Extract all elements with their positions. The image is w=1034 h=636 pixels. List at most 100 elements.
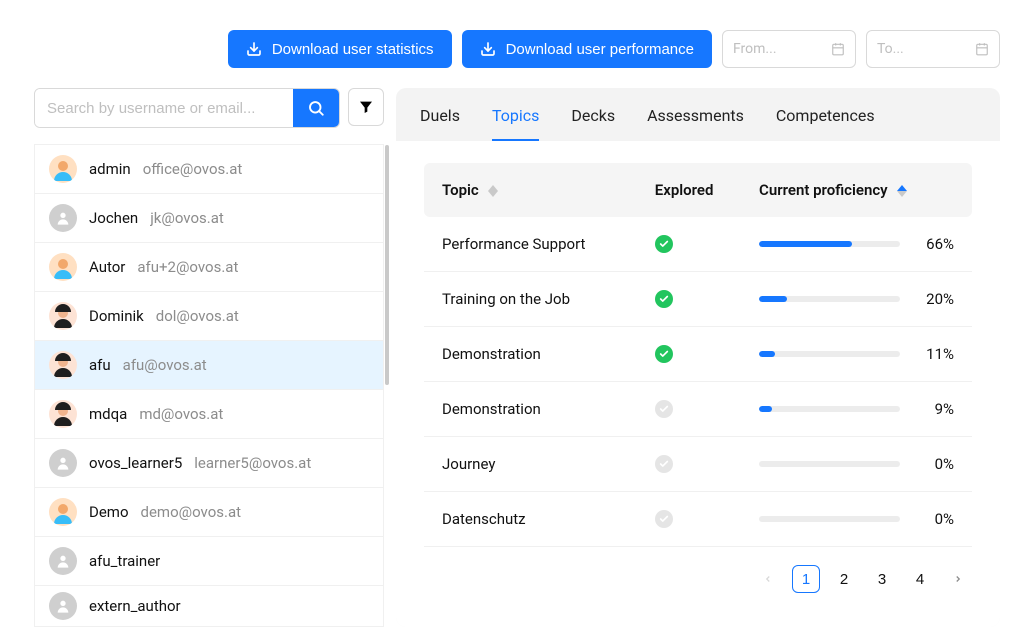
avatar <box>49 155 77 183</box>
date-to-input[interactable]: To... <box>866 30 1000 68</box>
avatar <box>49 498 77 526</box>
filter-button[interactable] <box>348 88 384 126</box>
proficiency-value: 0% <box>914 510 954 528</box>
user-email: afu+2@ovos.at <box>137 258 238 276</box>
download-perf-button[interactable]: Download user performance <box>462 30 712 68</box>
sort-icon <box>897 185 907 197</box>
user-list-item[interactable]: afu_trainer <box>35 537 383 586</box>
download-stats-button[interactable]: Download user statistics <box>228 30 452 68</box>
column-header-topic[interactable]: Topic <box>424 163 643 217</box>
progress-bar <box>759 461 900 467</box>
pagination: 1234 <box>424 565 972 593</box>
filter-icon <box>358 99 374 115</box>
user-list-item[interactable]: Demo demo@ovos.at <box>35 488 383 537</box>
proficiency-value: 9% <box>914 400 954 418</box>
user-list-item[interactable]: extern_author <box>35 586 383 626</box>
proficiency-value: 20% <box>914 290 954 308</box>
search-icon <box>307 99 325 117</box>
pagination-prev[interactable] <box>754 565 782 593</box>
cell-explored <box>643 437 747 492</box>
user-list-item[interactable]: Dominikdol@ovos.at <box>35 292 383 341</box>
tab-duels[interactable]: Duels <box>420 106 460 141</box>
date-from-input[interactable]: From... <box>722 30 856 68</box>
pagination-page-1[interactable]: 1 <box>792 565 820 593</box>
unchecked-icon <box>655 455 673 473</box>
download-perf-label: Download user performance <box>506 41 694 58</box>
user-name: Dominik <box>89 307 144 325</box>
pagination-page-4[interactable]: 4 <box>906 565 934 593</box>
cell-explored <box>643 327 747 382</box>
avatar <box>49 253 77 281</box>
column-header-proficiency[interactable]: Current proficiency <box>747 163 972 217</box>
unchecked-icon <box>655 400 673 418</box>
pagination-page-3[interactable]: 3 <box>868 565 896 593</box>
avatar <box>49 204 77 232</box>
progress-bar <box>759 296 900 302</box>
avatar <box>49 592 77 620</box>
proficiency-value: 11% <box>914 345 954 363</box>
progress-bar <box>759 516 900 522</box>
user-email: office@ovos.at <box>143 160 243 178</box>
check-icon <box>655 290 673 308</box>
table-row: Journey 0% <box>424 437 972 492</box>
cell-explored <box>643 272 747 327</box>
cell-proficiency: 0% <box>747 437 972 492</box>
user-email: afu@ovos.at <box>123 356 207 374</box>
cell-explored <box>643 382 747 437</box>
user-list-item[interactable]: Autor afu+2@ovos.at <box>35 243 383 292</box>
download-icon <box>480 41 496 57</box>
tabs: Duels Topics Decks Assessments Competences <box>396 88 1000 141</box>
pagination-page-2[interactable]: 2 <box>830 565 858 593</box>
column-header-proficiency-label: Current proficiency <box>759 181 888 199</box>
cell-proficiency: 11% <box>747 327 972 382</box>
user-list-item[interactable]: adminoffice@ovos.at <box>35 145 383 194</box>
user-name: Autor <box>89 258 125 276</box>
user-list-item[interactable]: Jochen jk@ovos.at <box>35 194 383 243</box>
search-button[interactable] <box>293 89 339 127</box>
pagination-next[interactable] <box>944 565 972 593</box>
cell-topic: Training on the Job <box>424 272 643 327</box>
progress-bar <box>759 351 900 357</box>
user-email: learner5@ovos.at <box>194 454 311 472</box>
avatar <box>49 449 77 477</box>
user-name: afu_trainer <box>89 552 160 570</box>
table-row: Demonstration9% <box>424 382 972 437</box>
cell-proficiency: 0% <box>747 492 972 547</box>
calendar-icon <box>975 42 989 56</box>
tab-decks[interactable]: Decks <box>571 106 615 141</box>
date-to-placeholder: To... <box>877 41 904 57</box>
proficiency-value: 0% <box>914 455 954 473</box>
cell-topic: Performance Support <box>424 217 643 272</box>
table-row: Training on the Job 20% <box>424 272 972 327</box>
progress-bar <box>759 241 900 247</box>
user-email: jk@ovos.at <box>150 209 224 227</box>
user-email: demo@ovos.at <box>141 503 242 521</box>
user-list-item[interactable]: mdqamd@ovos.at <box>35 390 383 439</box>
user-name: ovos_learner5 <box>89 454 182 472</box>
user-list: adminoffice@ovos.at Jochen jk@ovos.at Autor… <box>34 144 384 627</box>
column-header-explored[interactable]: Explored <box>643 163 747 217</box>
download-icon <box>246 41 262 57</box>
user-list-item[interactable]: afuafu@ovos.at <box>35 341 383 390</box>
cell-topic: Datenschutz <box>424 492 643 547</box>
cell-proficiency: 9% <box>747 382 972 437</box>
tab-competences[interactable]: Competences <box>776 106 875 141</box>
scrollbar[interactable] <box>385 145 389 385</box>
sort-icon <box>488 185 498 197</box>
download-stats-label: Download user statistics <box>272 41 434 58</box>
tab-assessments[interactable]: Assessments <box>647 106 744 141</box>
search-input[interactable] <box>35 89 293 127</box>
proficiency-value: 66% <box>914 235 954 253</box>
tab-topics[interactable]: Topics <box>492 106 539 141</box>
column-header-explored-label: Explored <box>655 181 714 199</box>
avatar <box>49 351 77 379</box>
user-name: mdqa <box>89 405 127 423</box>
table-row: Demonstration11% <box>424 327 972 382</box>
check-icon <box>655 345 673 363</box>
cell-proficiency: 20% <box>747 272 972 327</box>
user-name: Demo <box>89 503 129 521</box>
cell-topic: Journey <box>424 437 643 492</box>
calendar-icon <box>831 42 845 56</box>
user-name: Jochen <box>89 209 138 227</box>
user-list-item[interactable]: ovos_learner5 learner5@ovos.at <box>35 439 383 488</box>
